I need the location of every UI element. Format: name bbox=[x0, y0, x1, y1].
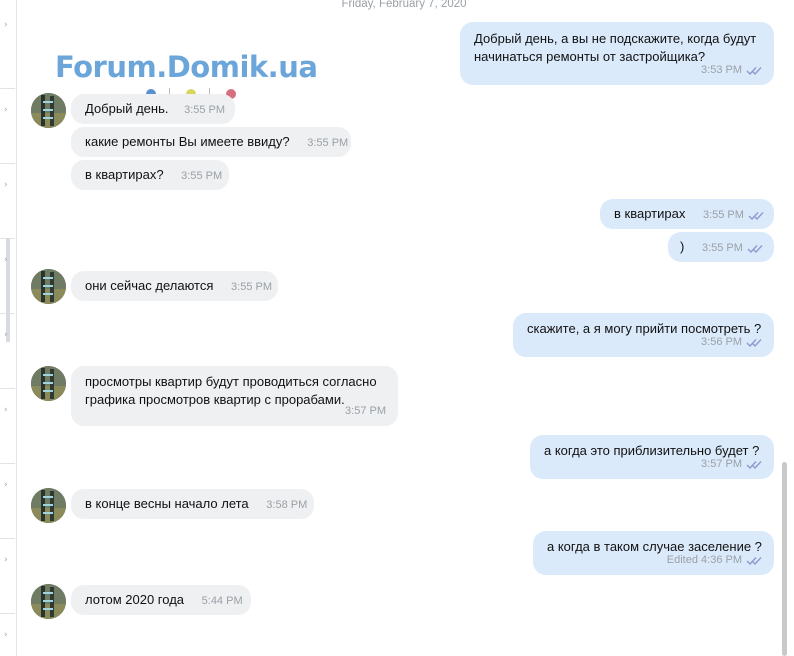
double-check-icon bbox=[746, 556, 762, 565]
double-check-icon bbox=[748, 211, 764, 220]
chevron-right-icon[interactable]: › bbox=[4, 180, 8, 190]
double-check-icon bbox=[746, 460, 762, 469]
message-meta: 3:55 PM bbox=[703, 206, 764, 224]
contact-avatar[interactable] bbox=[31, 584, 66, 619]
message-bubble-outgoing[interactable]: Добрый день, а вы не подскажите, когда б… bbox=[460, 22, 774, 85]
message-bubble-incoming[interactable]: Добрый день. 3:55 PM bbox=[71, 94, 235, 124]
double-check-icon bbox=[746, 66, 762, 75]
message-time: 3:55 PM bbox=[181, 170, 223, 182]
double-check-icon bbox=[747, 244, 763, 253]
chevron-right-icon[interactable]: › bbox=[4, 630, 8, 640]
avatar-image bbox=[31, 488, 66, 523]
chevron-right-icon[interactable]: › bbox=[4, 20, 8, 30]
chevron-right-icon[interactable]: › bbox=[4, 255, 8, 265]
selected-chat-marker bbox=[6, 238, 10, 342]
scrollbar-thumb[interactable] bbox=[782, 462, 787, 656]
message-meta: Edited 4:36 PM bbox=[667, 551, 762, 569]
avatar-image bbox=[31, 584, 66, 619]
message-text: Добрый день. bbox=[85, 101, 169, 116]
message-time: 3:55 PM bbox=[231, 281, 272, 293]
message-bubble-incoming[interactable]: в конце весны начало лета 3:58 PM bbox=[71, 489, 314, 519]
message-time: 5:44 PM bbox=[201, 595, 243, 607]
message-time: 3:56 PM bbox=[701, 336, 742, 348]
message-text: они сейчас делаются bbox=[85, 278, 214, 293]
message-time: 3:55 PM bbox=[307, 137, 349, 149]
message-bubble-incoming[interactable]: какие ремонты Вы имеете ввиду? 3:55 PM bbox=[71, 127, 351, 157]
divider bbox=[0, 538, 15, 539]
message-bubble-outgoing[interactable]: ) 3:55 PM bbox=[668, 232, 774, 262]
contact-avatar[interactable] bbox=[31, 269, 66, 304]
message-bubble-outgoing[interactable]: скажите, а я могу прийти посмотреть ? 3:… bbox=[513, 313, 774, 357]
message-meta: 3:55 PM bbox=[702, 239, 763, 257]
message-bubble-incoming[interactable]: они сейчас делаются 3:55 PM bbox=[71, 271, 278, 301]
message-bubble-incoming[interactable]: в квартирах? 3:55 PM bbox=[71, 160, 229, 190]
message-text: просмотры квартир будут проводиться согл… bbox=[85, 374, 377, 407]
chevron-right-icon[interactable]: › bbox=[4, 105, 8, 115]
chevron-right-icon[interactable]: › bbox=[4, 330, 8, 340]
message-time: Edited 4:36 PM bbox=[666, 554, 742, 566]
message-bubble-incoming[interactable]: лотом 2020 года 5:44 PM bbox=[71, 585, 251, 615]
contact-avatar[interactable] bbox=[31, 366, 66, 401]
chevron-right-icon[interactable]: › bbox=[4, 555, 8, 565]
divider bbox=[0, 613, 15, 614]
double-check-icon bbox=[746, 338, 762, 347]
divider bbox=[0, 388, 15, 389]
avatar-image bbox=[31, 366, 66, 401]
message-time: 3:53 PM bbox=[701, 64, 742, 76]
contact-avatar[interactable] bbox=[31, 93, 66, 128]
divider bbox=[0, 88, 15, 89]
message-bubble-outgoing[interactable]: а когда это приблизительно будет ? 3:57 … bbox=[530, 435, 774, 479]
divider bbox=[0, 463, 15, 464]
chevron-right-icon[interactable]: › bbox=[4, 405, 8, 415]
message-time: 3:58 PM bbox=[266, 499, 308, 511]
watermark-logo: Forum.Domik.ua bbox=[55, 50, 318, 84]
message-text: ) bbox=[680, 239, 685, 254]
chat-list-edge: › › › › › › › › › bbox=[0, 0, 17, 656]
message-text: в квартирах bbox=[614, 206, 686, 221]
message-meta: 3:57 PM bbox=[701, 455, 762, 473]
message-text: какие ремонты Вы имеете ввиду? bbox=[85, 134, 290, 149]
chevron-right-icon[interactable]: › bbox=[4, 480, 8, 490]
avatar-image bbox=[31, 269, 66, 304]
divider bbox=[0, 163, 15, 164]
message-time: 3:55 PM bbox=[184, 104, 226, 116]
avatar-image bbox=[31, 93, 66, 128]
message-time: 3:55 PM bbox=[701, 242, 743, 254]
message-time: 3:57 PM bbox=[345, 405, 386, 417]
message-bubble-incoming[interactable]: просмотры квартир будут проводиться согл… bbox=[71, 366, 398, 426]
message-text: в конце весны начало лета bbox=[85, 496, 249, 511]
message-time: 3:55 PM bbox=[702, 209, 744, 221]
message-meta: 3:53 PM bbox=[701, 61, 762, 79]
contact-avatar[interactable] bbox=[31, 488, 66, 523]
message-bubble-outgoing[interactable]: а когда в таком случае заселение ? Edite… bbox=[533, 531, 774, 575]
message-time: 3:57 PM bbox=[701, 458, 742, 470]
message-text: в квартирах? bbox=[85, 167, 164, 182]
message-meta: 3:56 PM bbox=[701, 333, 762, 351]
date-separator: Friday, February 7, 2020 bbox=[341, 0, 467, 10]
message-text: лотом 2020 года bbox=[85, 592, 185, 607]
message-bubble-outgoing[interactable]: в квартирах 3:55 PM bbox=[600, 199, 774, 229]
